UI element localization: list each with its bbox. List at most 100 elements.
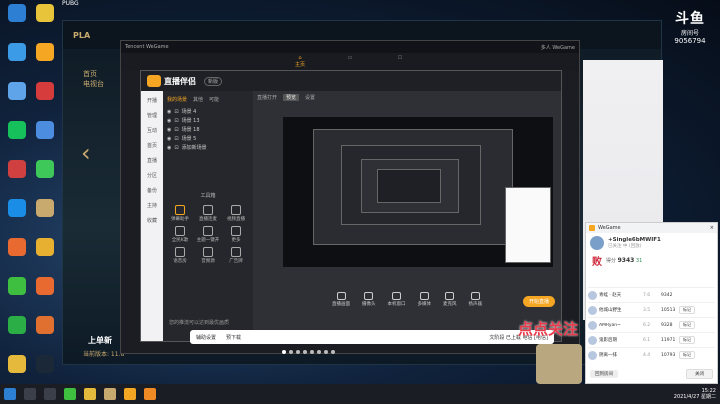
desktop-icon[interactable] (30, 316, 60, 350)
carousel-dot[interactable] (317, 350, 321, 354)
source-button[interactable]: 多媒体 (418, 291, 431, 307)
desktop-icon[interactable] (2, 316, 32, 350)
taskview-icon[interactable] (44, 388, 56, 400)
table-row[interactable]: 他城山野生 3.5 10513 标记 (588, 302, 715, 317)
eye-icon[interactable]: ◉ (167, 136, 171, 142)
left-nav-item[interactable]: 首页 (147, 142, 157, 149)
carousel-dot[interactable] (296, 350, 300, 354)
carousel-dot[interactable] (331, 350, 335, 354)
tool-item[interactable]: 视频直播 (223, 205, 249, 222)
desktop-icon[interactable] (30, 4, 60, 38)
mark-button[interactable]: 标记 (679, 351, 695, 359)
desktop-icon[interactable] (30, 82, 60, 116)
eye-icon[interactable]: ◉ (167, 145, 171, 151)
league-icon[interactable] (104, 388, 116, 400)
preview-head-item[interactable]: 预览 (283, 93, 300, 101)
tool-item[interactable]: 直播连麦 (195, 205, 221, 222)
system-clock[interactable]: 15:22 2021/4/27 星期二 (674, 388, 716, 400)
lol-nav-home[interactable]: 首页 (83, 69, 104, 79)
lock-icon[interactable]: ⊡ (174, 109, 178, 115)
search-icon[interactable] (24, 388, 36, 400)
desktop-icon[interactable] (2, 121, 32, 155)
left-nav-item[interactable]: 主持 (147, 202, 157, 209)
tool-item[interactable]: 全民K歌 (167, 226, 193, 243)
browser-icon[interactable] (64, 388, 76, 400)
carousel-dot[interactable] (303, 350, 307, 354)
left-nav-item[interactable]: 开播 (147, 97, 157, 104)
lock-icon[interactable]: ⊡ (174, 145, 178, 151)
scene-tab[interactable]: 其他 (193, 96, 203, 103)
desktop-icon[interactable] (30, 199, 60, 233)
source-button[interactable]: 摄像头 (362, 291, 376, 307)
left-nav-item[interactable]: 管理 (147, 112, 157, 119)
left-nav-item[interactable]: 直播 (147, 157, 157, 164)
scene-item[interactable]: ◉ ⊡ 场景 4 (167, 107, 249, 116)
mark-button[interactable]: 标记 (679, 306, 695, 314)
close-button[interactable]: 关闭 (686, 369, 713, 379)
source-button[interactable]: 扬声器 (469, 291, 482, 307)
preview-head-item[interactable]: 设置 (305, 94, 315, 101)
desktop-icon[interactable] (2, 199, 32, 233)
wegame-tab-community[interactable]: ☐ (390, 55, 410, 69)
lol-prev-arrow-icon[interactable]: ‹ (81, 139, 91, 167)
desktop-icon[interactable] (2, 277, 32, 311)
lol-nav-tv[interactable]: 电视台 (83, 79, 104, 89)
scene-item[interactable]: ◉ ⊡ 场景 18 (167, 125, 249, 134)
start-icon[interactable] (4, 388, 16, 400)
back-room-button[interactable]: 回到房间 (590, 370, 618, 378)
wegame-user[interactable]: 多人 WeGame (541, 44, 575, 51)
desktop-icon[interactable] (2, 82, 32, 116)
lock-icon[interactable]: ⊡ (174, 118, 178, 124)
explorer-icon[interactable] (84, 388, 96, 400)
scene-item[interactable]: ◉ ⊡ 场景 5 (167, 134, 249, 143)
app-version-badge[interactable]: 新版 (204, 76, 223, 86)
table-row[interactable]: 青蛙 · 赵天 7.6 9342 (588, 287, 715, 302)
wegame-icon[interactable] (124, 388, 136, 400)
left-nav-item[interactable]: 分区 (147, 172, 157, 179)
scene-tab[interactable]: 我的场景 (167, 96, 187, 103)
desktop-icon[interactable] (30, 238, 60, 272)
mark-button[interactable]: 标记 (679, 321, 695, 329)
tool-item[interactable]: 弹幕助手 (167, 205, 193, 222)
carousel-dot[interactable] (324, 350, 328, 354)
mark-button[interactable]: 标记 (679, 336, 695, 344)
eye-icon[interactable]: ◉ (167, 127, 171, 133)
wegame-tab-home[interactable]: ⌂ 主页 (290, 55, 310, 69)
source-button[interactable]: 本机窗口 (388, 291, 406, 307)
desktop-icon[interactable] (2, 43, 32, 77)
lock-icon[interactable]: ⊡ (174, 136, 178, 142)
left-nav-item[interactable]: 互动 (147, 127, 157, 134)
predownload-button[interactable]: 预下载 (226, 334, 241, 341)
lock-icon[interactable]: ⊡ (174, 127, 178, 133)
carousel-dot[interactable] (289, 350, 293, 354)
carousel-dot[interactable] (282, 350, 286, 354)
stream-app-icon[interactable] (144, 388, 156, 400)
left-nav-item[interactable]: 收藏 (147, 217, 157, 224)
carousel-dot[interactable] (310, 350, 314, 354)
desktop-icon[interactable] (30, 160, 60, 194)
preview-canvas[interactable] (283, 117, 553, 267)
wegame-tab-store[interactable]: ▭ (340, 55, 360, 69)
start-live-button[interactable]: 开始直播 (522, 296, 555, 307)
aux-settings[interactable]: 辅助设置 (196, 334, 216, 341)
source-button[interactable]: 麦克风 (443, 291, 457, 307)
tool-item[interactable]: 更多 (223, 226, 249, 243)
tool-item[interactable]: 音频源 (195, 247, 221, 264)
scene-item[interactable]: ◉ ⊡ 场景 13 (167, 116, 249, 125)
tool-item[interactable]: 广告牌 (223, 247, 249, 264)
desktop-icon[interactable] (30, 43, 60, 77)
scene-tab[interactable]: 可能 (209, 96, 219, 103)
eye-icon[interactable]: ◉ (167, 118, 171, 124)
desktop-icon[interactable] (30, 277, 60, 311)
preview-head-item[interactable]: 直播打开 (257, 94, 277, 101)
table-row[interactable]: 鬼影后期 6.1 11971 标记 (588, 332, 715, 347)
desktop-icon[interactable] (2, 238, 32, 272)
tool-item[interactable]: 主题一键开 (195, 226, 221, 243)
scene-item[interactable]: ◉ ⊡ 添加新场景 (167, 143, 249, 152)
desktop-icon[interactable] (30, 121, 60, 155)
desktop-icon[interactable] (2, 160, 32, 194)
eye-icon[interactable]: ◉ (167, 109, 171, 115)
tool-item[interactable]: 语音房 (167, 247, 193, 264)
table-row[interactable]: AMRyan~ 6.2 9328 标记 (588, 317, 715, 332)
desktop-icon[interactable] (2, 4, 32, 38)
